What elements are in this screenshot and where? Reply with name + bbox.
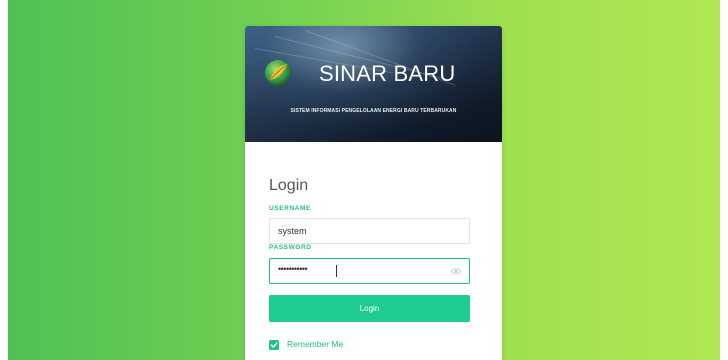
leaf-orb-logo-icon [265,60,291,86]
login-button[interactable]: Login [269,295,470,322]
brand-subtitle: SISTEM INFORMASI PENGELOLAAN ENERGI BARU… [290,108,457,114]
eye-icon[interactable] [451,267,461,275]
username-label: USERNAME [269,205,311,212]
remember-me-checkbox[interactable] [269,340,279,350]
brand-banner: SINAR BARU SISTEM INFORMASI PENGELOLAAN … [245,26,502,142]
form-title: Login [269,177,309,194]
login-card: SINAR BARU SISTEM INFORMASI PENGELOLAAN … [245,26,502,360]
password-value: ••••••••••• [278,264,308,274]
page-background: SINAR BARU SISTEM INFORMASI PENGELOLAAN … [8,0,720,360]
brand-title: SINAR BARU [319,61,456,86]
username-value: system [278,226,307,236]
remember-me-label: Remember Me [287,339,344,349]
password-input[interactable]: ••••••••••• [269,258,470,284]
password-label: PASSWORD [269,244,312,251]
username-input[interactable]: system [269,218,470,244]
text-caret [336,265,337,277]
